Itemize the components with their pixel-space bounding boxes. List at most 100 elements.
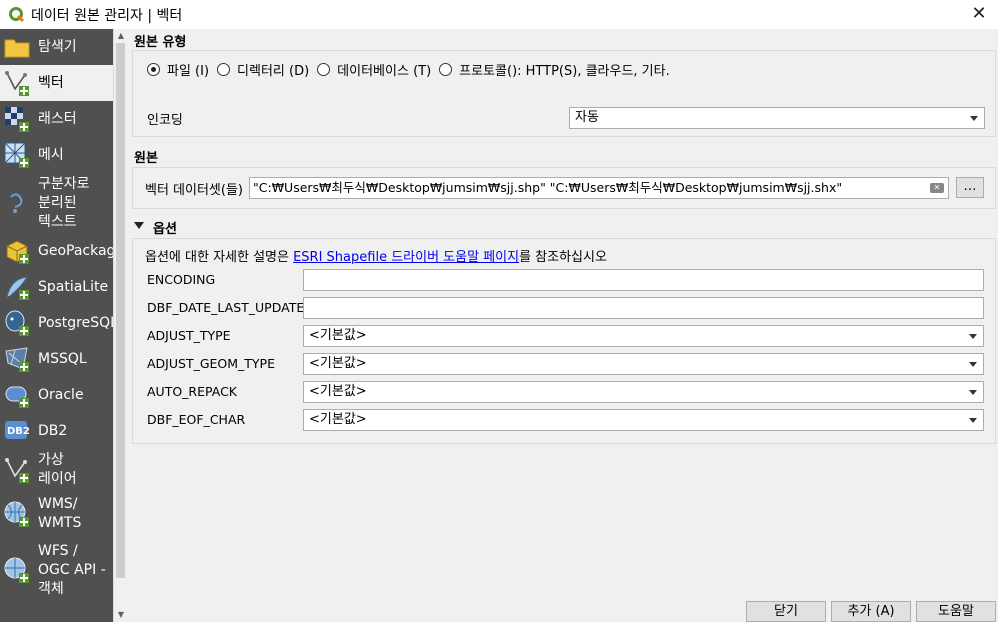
radio-database-label: 데이터베이스 (T) xyxy=(337,64,432,79)
option-label-dbf-date: DBF_DATE_LAST_UPDATE xyxy=(147,300,305,315)
sidebar-item-mesh[interactable]: 메시 xyxy=(0,137,113,173)
sidebar-item-raster[interactable]: 래스터 xyxy=(0,101,113,137)
radio-file[interactable]: 파일 (I) xyxy=(147,60,209,79)
oracle-icon xyxy=(5,386,29,408)
sidebar-item-label: 메시 xyxy=(38,146,64,163)
chevron-down-icon xyxy=(969,362,977,367)
sidebar-scrollbar[interactable]: ▲ ▼ xyxy=(113,29,127,622)
sidebar-item-geopackage[interactable]: GeoPackage xyxy=(0,233,113,269)
radio-directory[interactable]: 디렉터리 (D) xyxy=(217,60,309,79)
option-dbf-eof-char-value: <기본값> xyxy=(309,412,367,427)
sidebar-item-virtual-layer[interactable]: 가상 레이어 xyxy=(0,449,113,491)
help-prefix: 옵션에 대한 자세한 설명은 xyxy=(145,250,294,265)
encoding-select[interactable]: 자동 xyxy=(569,107,985,129)
option-label-adjust-type: ADJUST_TYPE xyxy=(147,328,231,343)
vector-add-icon xyxy=(5,71,29,96)
sidebar-item-label: WFS / OGC API - 객체 xyxy=(38,542,106,597)
radio-directory-label: 디렉터리 (D) xyxy=(237,64,310,79)
radio-database-circle[interactable] xyxy=(317,63,331,76)
add-button[interactable]: 추가 (A) xyxy=(831,601,911,622)
delimited-text-icon xyxy=(10,193,23,213)
radio-file-label: 파일 (I) xyxy=(167,64,210,79)
chevron-down-icon xyxy=(969,334,977,339)
wfs-icon xyxy=(4,557,29,583)
option-dbf-date-input[interactable] xyxy=(303,297,984,319)
chevron-down-icon xyxy=(969,390,977,395)
source-group: 벡터 데이터셋(들) "C:₩Users₩최두식₩Desktop₩jumsim₩… xyxy=(132,167,996,209)
sidebar-item-label: 가상 레이어 xyxy=(38,452,77,487)
sidebar-item-label: 구분자로 분리된 텍스트 xyxy=(38,175,90,230)
sidebar-item-label: PostgreSQL xyxy=(38,314,113,331)
sidebar-item-label: SpatiaLite xyxy=(38,278,109,295)
mesh-add-icon xyxy=(4,142,29,168)
sidebar-item-wfs[interactable]: WFS / OGC API - 객체 xyxy=(0,537,113,603)
spatialite-icon xyxy=(6,276,29,300)
db2-icon: DB2 xyxy=(5,421,30,439)
option-adjust-type-value: <기본값> xyxy=(309,328,367,343)
option-dbf-eof-char-select[interactable]: <기본값> xyxy=(303,409,984,431)
sidebar: 탐색기 벡터 래스터 메시 구분자로 분리된 텍스트 GeoPackag Spa… xyxy=(0,29,113,622)
sidebar-item-browser[interactable]: 탐색기 xyxy=(0,29,113,65)
scrollbar-thumb[interactable] xyxy=(116,43,125,578)
window-title: 데이터 원본 관리자 | 벡터 xyxy=(31,7,183,24)
close-button[interactable]: 닫기 xyxy=(746,601,826,622)
radio-protocol[interactable]: 프로토콜(): HTTP(S), 클라우드, 기타. xyxy=(439,60,670,79)
close-icon[interactable]: ✕ xyxy=(969,4,989,24)
options-header[interactable]: 옵션 xyxy=(134,218,214,237)
option-label-dbf-eof-char: DBF_EOF_CHAR xyxy=(147,412,246,427)
scroll-down-icon[interactable]: ▼ xyxy=(116,610,126,620)
browse-button[interactable]: … xyxy=(956,177,984,198)
radio-protocol-label: 프로토콜(): HTTP(S), 클라우드, 기타. xyxy=(459,64,670,79)
options-group: 옵션에 대한 자세한 설명은 ESRI Shapefile 드라이버 도움말 페… xyxy=(132,238,996,444)
sidebar-item-oracle[interactable]: Oracle xyxy=(0,377,113,413)
radio-file-circle[interactable] xyxy=(147,63,160,76)
source-type-group: 파일 (I) 디렉터리 (D) 데이터베이스 (T) 프로토콜(): HTTP(… xyxy=(132,50,996,137)
encoding-label: 인코딩 xyxy=(147,113,183,128)
option-label-encoding: ENCODING xyxy=(147,272,216,287)
sidebar-item-label: 벡터 xyxy=(38,74,64,91)
dataset-path-input[interactable]: "C:₩Users₩최두식₩Desktop₩jumsim₩sjj.shp" "C… xyxy=(249,177,949,199)
option-encoding-input[interactable] xyxy=(303,269,984,291)
sidebar-item-label: MSSQL xyxy=(38,350,87,367)
option-adjust-geom-type-value: <기본값> xyxy=(309,356,367,371)
chevron-down-icon xyxy=(970,116,978,121)
folder-icon xyxy=(4,39,30,58)
dataset-label: 벡터 데이터셋(들) xyxy=(145,183,243,198)
sidebar-item-label: DB2 xyxy=(38,422,68,439)
sidebar-item-label: 래스터 xyxy=(38,110,77,127)
options-title: 옵션 xyxy=(153,222,177,237)
options-help-text: 옵션에 대한 자세한 설명은 ESRI Shapefile 드라이버 도움말 페… xyxy=(145,246,607,265)
option-adjust-geom-type-select[interactable]: <기본값> xyxy=(303,353,984,375)
dataset-path-value: "C:₩Users₩최두식₩Desktop₩jumsim₩sjj.shp" "C… xyxy=(253,180,843,195)
sidebar-item-delimited-text[interactable]: 구분자로 분리된 텍스트 xyxy=(0,173,113,233)
sidebar-item-wms[interactable]: WMS/ WMTS xyxy=(0,491,113,537)
option-label-auto-repack: AUTO_REPACK xyxy=(147,384,238,399)
sidebar-item-spatialite[interactable]: SpatiaLite xyxy=(0,269,113,305)
help-button[interactable]: 도움말 xyxy=(916,601,996,622)
sidebar-item-vector[interactable]: 벡터 xyxy=(0,65,113,101)
sidebar-item-postgresql[interactable]: PostgreSQL xyxy=(0,305,113,341)
collapse-triangle-icon[interactable] xyxy=(134,222,144,229)
option-auto-repack-select[interactable]: <기본값> xyxy=(303,381,984,403)
main-panel: 원본 유형 파일 (I) 디렉터리 (D) 데이터베이스 (T) 프로토콜():… xyxy=(127,29,998,622)
wms-icon xyxy=(4,501,29,527)
sidebar-item-db2[interactable]: DB2 DB2 xyxy=(0,413,113,449)
mssql-icon xyxy=(5,347,29,372)
option-adjust-type-select[interactable]: <기본값> xyxy=(303,325,984,347)
help-suffix: 를 참조하십시오 xyxy=(519,250,607,265)
encoding-value: 자동 xyxy=(575,110,599,125)
sidebar-item-mssql[interactable]: MSSQL xyxy=(0,341,113,377)
sidebar-item-label: 탐색기 xyxy=(38,38,77,55)
radio-database[interactable]: 데이터베이스 (T) xyxy=(317,60,431,79)
title-bar: 데이터 원본 관리자 | 벡터 ✕ xyxy=(0,0,998,29)
clear-icon[interactable]: ✕ xyxy=(930,183,944,193)
qgis-logo-icon xyxy=(9,6,25,22)
esri-shapefile-help-link[interactable]: ESRI Shapefile 드라이버 도움말 페이지 xyxy=(293,250,519,265)
radio-protocol-circle[interactable] xyxy=(439,63,453,76)
virtual-layer-icon xyxy=(5,458,29,483)
source-title: 원본 xyxy=(134,151,158,166)
radio-directory-circle[interactable] xyxy=(217,63,231,76)
raster-add-icon xyxy=(5,107,29,132)
scroll-up-icon[interactable]: ▲ xyxy=(116,31,126,41)
geopackage-icon xyxy=(6,240,29,264)
